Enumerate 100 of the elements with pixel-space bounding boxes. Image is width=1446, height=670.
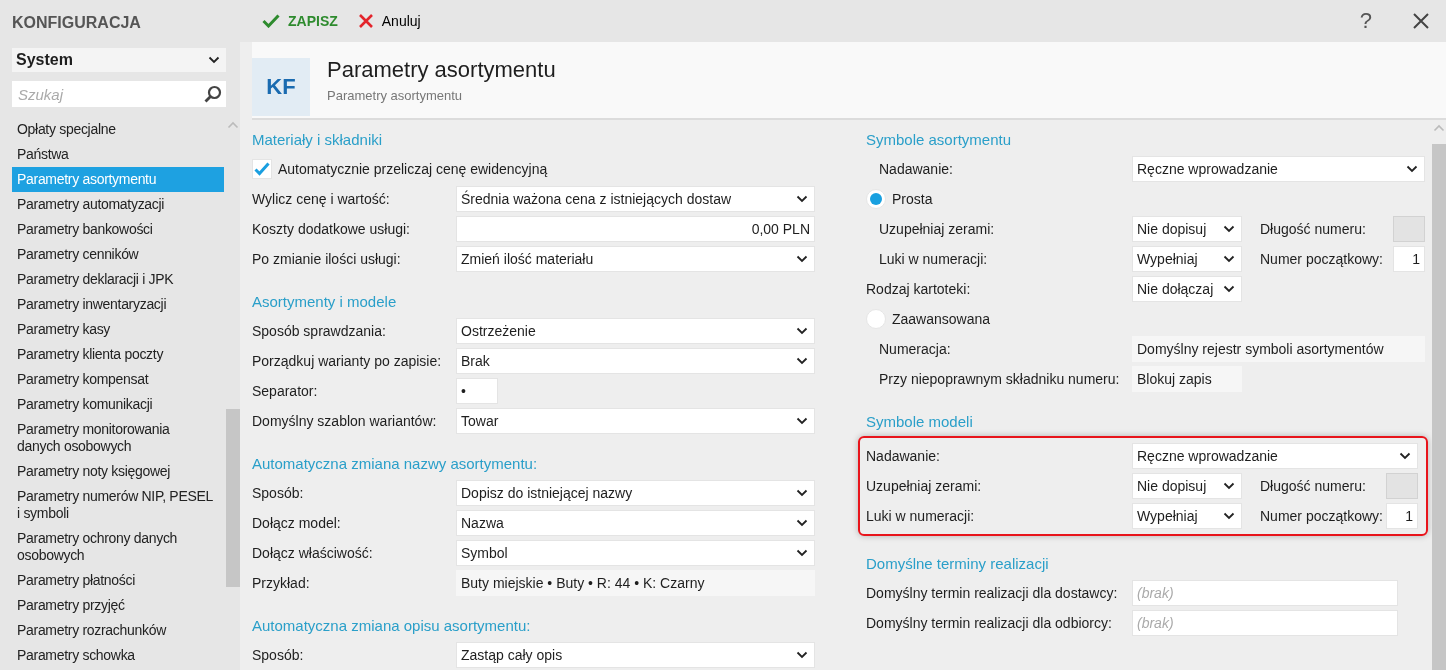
dropdown[interactable]: Dopisz do istniejącej nazwy [456,480,815,506]
sidebar-item[interactable]: Parametry deklaracji i JPK [12,267,224,292]
dropdown[interactable]: Wypełniaj [1132,246,1242,272]
field-label: Nadawanie: [866,448,940,464]
checkbox[interactable] [252,159,272,179]
sidebar-item[interactable]: Parametry płatności [12,568,224,593]
field-label: Długość numeru: [1259,478,1367,494]
input-field[interactable]: (brak) [1132,610,1398,636]
sidebar-item[interactable]: Parametry kompensat [12,367,224,392]
field-label: Sposób sprawdzania: [252,323,386,339]
number-field[interactable]: 1 [1393,246,1425,272]
close-icon [1412,12,1430,30]
chevron-down-icon [796,255,808,263]
sidebar-item[interactable]: Parametry komunikacji [12,392,224,417]
section-title: Symbole modeli [866,412,973,432]
field-label: Przykład: [252,575,310,591]
chevron-down-icon [796,417,808,425]
field-label: Długość numeru: [1259,221,1367,237]
page-subtitle: Parametry asortymentu [327,88,463,103]
chevron-down-icon [796,327,808,335]
checkmark-icon [254,162,270,176]
section-title: Asortymenty i modele [252,292,397,312]
dropdown[interactable]: Nazwa [456,510,815,536]
search-icon[interactable] [204,85,222,103]
help-button[interactable]: ? [1355,8,1376,34]
chevron-down-icon [796,651,808,659]
field-label: Luki w numeracji: [866,508,975,524]
sidebar-item[interactable]: Parametry rozrachunków [12,618,224,643]
checkmark-icon [262,14,280,28]
chevron-down-icon [796,195,808,203]
field-label: Numer początkowy: [1259,251,1384,267]
chevron-down-icon [796,489,808,497]
number-field[interactable]: 1 [1386,503,1418,529]
readonly-field: Blokuj zapis [1132,366,1242,392]
field-label: Rodzaj kartoteki: [866,281,971,297]
field-label: Po zmianie ilości usługi: [252,251,401,267]
field-label: Separator: [252,383,318,399]
sidebar-item[interactable]: Parametry klienta poczty [12,342,224,367]
chevron-down-icon [1406,165,1418,173]
category-dropdown[interactable]: System [12,48,226,72]
chevron-down-icon [1223,482,1235,490]
chevron-down-icon [1223,225,1235,233]
radio-label: Zaawansowana [892,311,991,327]
sidebar-item[interactable]: Opłaty specjalne [12,117,224,142]
chevron-up-icon[interactable] [227,121,239,129]
cross-icon [357,13,374,29]
field-label: Domyślny termin realizacji dla odbiorcy: [866,615,1112,631]
dropdown[interactable]: Zmień ilość materiału [456,246,815,272]
section-title: Automatyczna zmiana opisu asortymentu: [252,616,531,636]
dropdown[interactable]: Średnia ważona cena z istniejących dostaw [456,186,815,212]
sidebar-item[interactable]: Parametry monitorowania danych osobowych [12,417,224,459]
dropdown[interactable]: Ręczne wprowadzanie [1132,443,1418,469]
field-label: Sposób: [252,647,304,663]
section-title: Materiały i składniki [252,130,383,150]
dropdown[interactable]: Ostrzeżenie [456,318,815,344]
section-title: Symbole asortymentu [866,130,1012,150]
chevron-down-icon [796,519,808,527]
sidebar-item[interactable]: Parametry przyjęć [12,593,224,618]
chevron-down-icon [1223,512,1235,520]
radio-button[interactable] [866,189,886,209]
field-label: Porządkuj warianty po zapisie: [252,353,442,369]
dropdown[interactable]: Nie dołączaj [1132,276,1242,302]
section-title: Automatyczna zmiana nazwy asortymentu: [252,454,538,474]
dropdown[interactable]: Zastąp cały opis [456,642,815,668]
sidebar-item[interactable]: Parametry bankowości [12,217,224,242]
text-field[interactable]: • [456,378,498,404]
sidebar-item[interactable]: Państwa [12,142,224,167]
field-label: Dołącz właściwość: [252,545,373,561]
module-badge: KF [252,58,310,116]
dropdown[interactable]: Symbol [456,540,815,566]
dropdown[interactable]: Nie dopisuj [1132,216,1242,242]
dropdown[interactable]: Wypełniaj [1132,503,1242,529]
field-label: Domyślny szablon wariantów: [252,413,437,429]
field-label: Koszty dodatkowe usługi: [252,221,410,237]
panel-title: KONFIGURACJA [11,13,142,32]
field-label: Sposób: [252,485,304,501]
dropdown[interactable]: Ręczne wprowadzanie [1132,156,1425,182]
dropdown[interactable]: Towar [456,408,815,434]
sidebar-item[interactable]: Parametry numerów NIP, PESEL i symboli [12,484,224,526]
search-field[interactable]: Szukaj [12,81,226,107]
input-field[interactable]: (brak) [1132,580,1398,606]
sidebar-item[interactable]: Parametry ochrony danych osobowych [12,526,224,568]
sidebar-item[interactable]: Parametry inwentaryzacji [12,292,224,317]
dropdown[interactable]: Nie dopisuj [1132,473,1242,499]
chevron-down-icon [796,357,808,365]
dropdown[interactable]: Brak [456,348,815,374]
sidebar-item[interactable]: Parametry noty księgowej [12,459,224,484]
page-title: Parametry asortymentu [327,56,556,84]
sidebar-item[interactable]: Parametry automatyzacji [12,192,224,217]
chevron-down-icon [1223,255,1235,263]
sidebar-item[interactable]: Parametry schowka [12,643,224,668]
field-label: Numeracja: [879,341,951,357]
field-label: Luki w numeracji: [879,251,988,267]
cancel-button[interactable]: Anuluj [355,9,423,33]
radio-label: Prosta [892,191,933,207]
chevron-up-icon[interactable] [1433,124,1445,132]
sidebar-item[interactable]: Parametry cenników [12,242,224,267]
radio-button[interactable] [866,309,886,329]
sidebar-item[interactable]: Parametry kasy [12,317,224,342]
amount-field[interactable]: 0,00 PLN [456,216,815,242]
